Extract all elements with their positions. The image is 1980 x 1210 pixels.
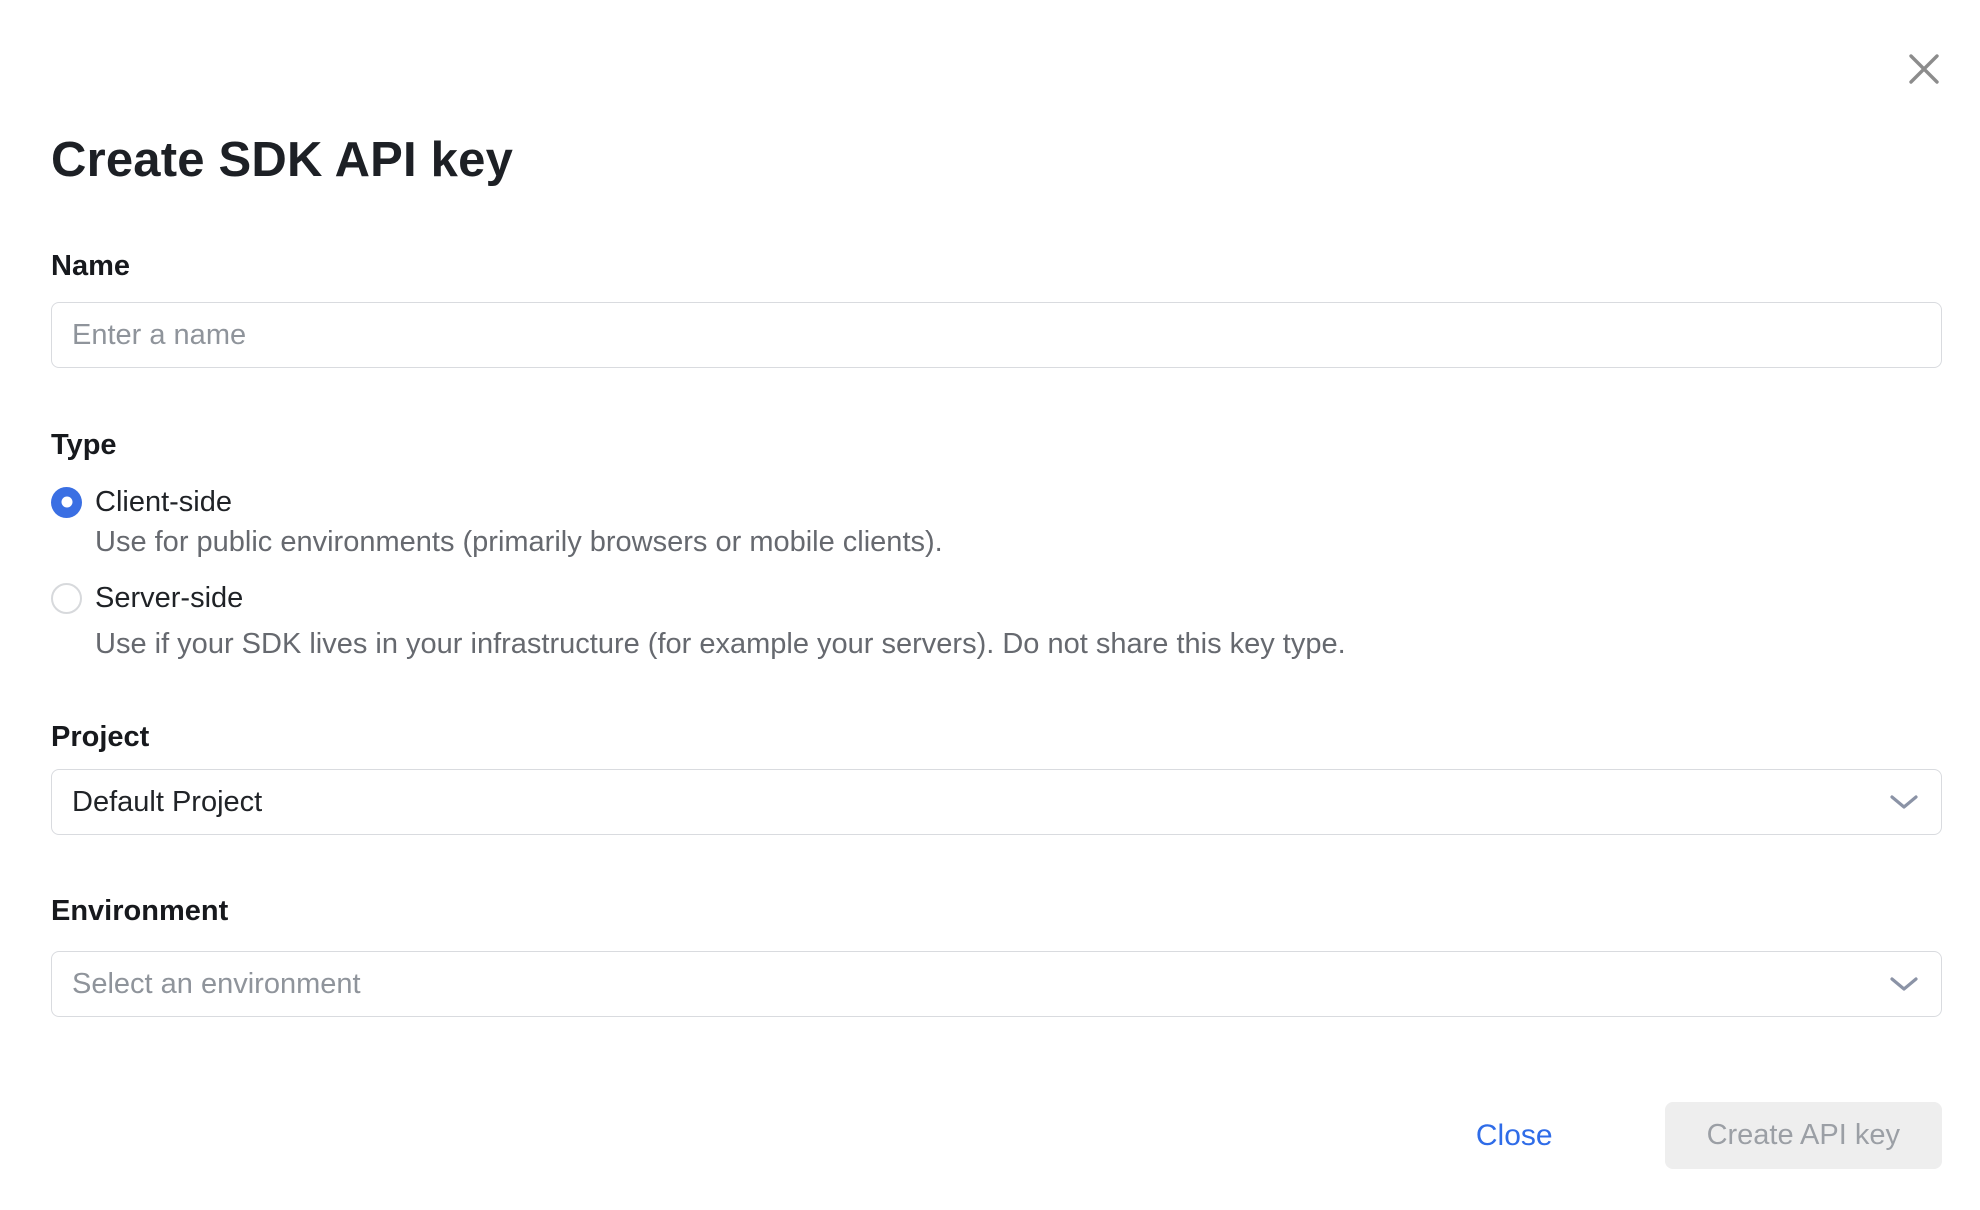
- environment-label: Environment: [51, 896, 1942, 926]
- close-button[interactable]: [1901, 46, 1947, 92]
- project-label: Project: [51, 722, 1942, 752]
- create-api-key-button[interactable]: Create API key: [1665, 1102, 1942, 1169]
- x-icon: [1904, 49, 1944, 89]
- project-select-value: Default Project: [72, 786, 262, 819]
- environment-select[interactable]: Select an environment: [51, 951, 1942, 1017]
- dialog-footer: Close Create API key: [51, 1102, 1942, 1169]
- name-label: Name: [51, 251, 1942, 281]
- type-label: Type: [51, 430, 1942, 460]
- radio-option-server-side[interactable]: Server-side: [51, 581, 1942, 615]
- project-select[interactable]: Default Project: [51, 769, 1942, 835]
- radio-option-label: Server-side: [95, 582, 243, 615]
- close-link[interactable]: Close: [1476, 1119, 1553, 1153]
- radio-option-description: Use for public environments (primarily b…: [95, 527, 1942, 557]
- dialog-title: Create SDK API key: [51, 0, 1942, 188]
- name-input[interactable]: [51, 302, 1942, 368]
- create-sdk-api-key-dialog: Create SDK API key Name Type Client-side…: [0, 0, 1980, 1210]
- radio-option-label: Client-side: [95, 486, 232, 519]
- chevron-down-icon: [1889, 793, 1919, 811]
- chevron-down-icon: [1889, 975, 1919, 993]
- radio-option-description: Use if your SDK lives in your infrastruc…: [95, 629, 1942, 659]
- radio-selected-icon[interactable]: [51, 487, 82, 518]
- radio-unselected-icon[interactable]: [51, 583, 82, 614]
- radio-option-client-side[interactable]: Client-side: [51, 485, 1942, 519]
- environment-select-placeholder: Select an environment: [72, 968, 361, 1001]
